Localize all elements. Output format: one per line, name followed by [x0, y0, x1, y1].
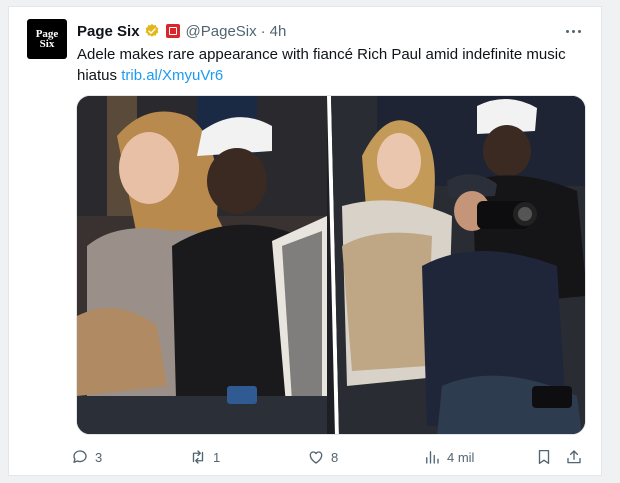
like-icon [309, 451, 323, 464]
reply-count: 3 [95, 449, 103, 465]
left-photo [77, 96, 327, 434]
retweet-count: 1 [213, 449, 221, 465]
like-count: 8 [331, 449, 339, 465]
views-button[interactable]: 4 mil [423, 444, 474, 470]
separator-dot: · [260, 22, 266, 40]
avatar-line-2: Six [39, 38, 55, 50]
tweet-text: Adele makes rare appearance with fiancé … [77, 44, 587, 86]
reply-icon [73, 450, 87, 463]
more-options-icon[interactable] [563, 21, 583, 41]
like-button[interactable]: 8 [307, 444, 338, 470]
affiliate-badge-icon [165, 24, 180, 38]
tweet-link[interactable]: trib.al/XmyuVr6 [121, 67, 223, 84]
reply-button[interactable]: 3 [71, 444, 102, 470]
share-icon [567, 450, 581, 464]
timestamp[interactable]: 4h [270, 23, 287, 40]
views-count: 4 mil [447, 449, 475, 465]
views-icon [426, 451, 439, 464]
tweet-card[interactable]: Page Six Page Six @PageSix · 4h Adele ma… [8, 6, 602, 476]
photo-collage [77, 96, 585, 434]
retweet-icon [192, 450, 204, 464]
tweet-header: Page Six @PageSix · 4h [77, 21, 286, 41]
right-photo [331, 96, 585, 434]
bookmark-button[interactable] [535, 444, 553, 470]
avatar[interactable]: Page Six [27, 19, 67, 59]
verified-badge-icon [145, 24, 158, 37]
tweet-actions: 3 1 8 4 mil [71, 444, 591, 470]
tweet-media-photo[interactable] [76, 95, 586, 435]
handle[interactable]: @PageSix [186, 23, 257, 40]
share-button[interactable] [565, 444, 583, 470]
retweet-button[interactable]: 1 [189, 444, 220, 470]
display-name[interactable]: Page Six [77, 23, 140, 40]
bookmark-icon [538, 449, 550, 465]
